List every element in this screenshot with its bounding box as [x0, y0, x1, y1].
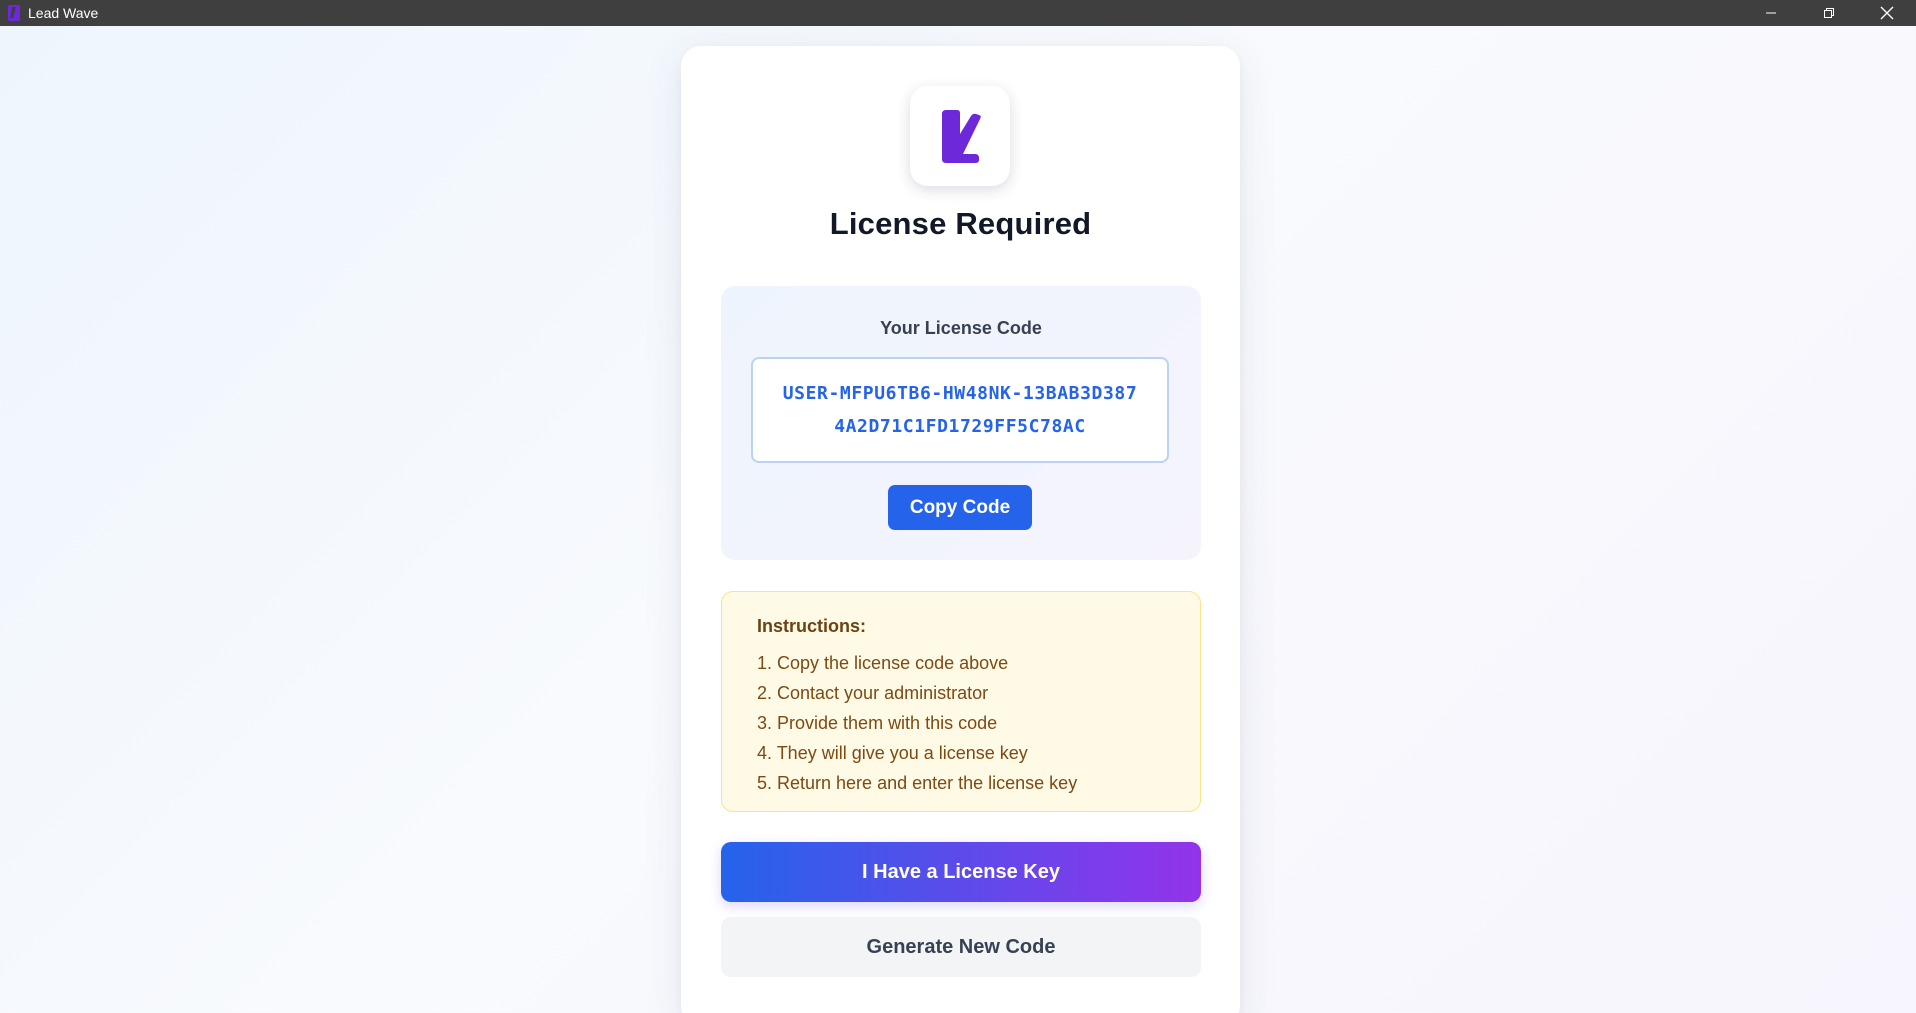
license-code-line-2: 4A2D71C1FD1729FF5C78AC [834, 416, 1086, 437]
license-code-line-1: USER-MFPU6TB6-HW48NK-13BAB3D387 [782, 383, 1138, 404]
minimize-button[interactable] [1742, 0, 1800, 26]
license-card: License Required Your License Code USER-… [681, 46, 1240, 1013]
license-code-panel: Your License Code USER-MFPU6TB6-HW48NK-1… [721, 286, 1201, 560]
instructions-box: Instructions: 1. Copy the license code a… [721, 591, 1201, 812]
instruction-step: 1. Copy the license code above [757, 653, 1009, 673]
close-icon [1880, 6, 1894, 20]
minimize-icon [1766, 12, 1776, 14]
license-code-label: Your License Code [880, 318, 1042, 338]
copy-code-button[interactable]: Copy Code [888, 485, 1032, 530]
page-title: License Required [829, 206, 1092, 241]
window-title: Lead Wave [28, 5, 99, 21]
instruction-step: 5. Return here and enter the license key [757, 773, 1078, 793]
instruction-step: 2. Contact your administrator [757, 683, 989, 703]
have-license-key-button[interactable]: I Have a License Key [721, 842, 1201, 902]
lead-wave-logo-icon [942, 110, 981, 163]
instructions-list: 1. Copy the license code above 2. Contac… [757, 648, 1077, 798]
window-controls [1742, 0, 1916, 26]
restore-button[interactable] [1800, 0, 1858, 26]
close-button[interactable] [1858, 0, 1916, 26]
instructions-title: Instructions: [757, 616, 867, 636]
title-bar: Lead Wave [0, 0, 1916, 26]
app-logo [910, 86, 1010, 186]
lead-wave-logo-icon [6, 5, 22, 21]
generate-new-code-button[interactable]: Generate New Code [721, 917, 1201, 977]
instruction-step: 3. Provide them with this code [757, 713, 998, 733]
license-code-field[interactable]: USER-MFPU6TB6-HW48NK-13BAB3D387 4A2D71C1… [751, 357, 1169, 463]
restore-icon [1824, 8, 1834, 18]
instruction-step: 4. They will give you a license key [757, 743, 1028, 763]
